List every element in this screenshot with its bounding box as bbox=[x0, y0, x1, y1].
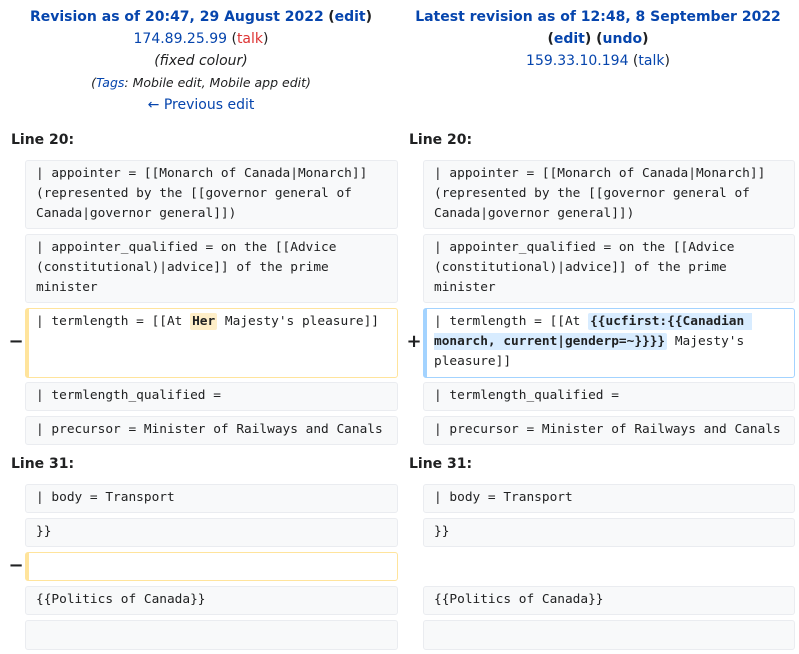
right-revision-header: Latest revision as of 12:48, 8 September… bbox=[415, 9, 781, 69]
left-context-line-termlength-qualified: | termlength_qualified = bbox=[25, 382, 398, 411]
tags-text: : Mobile edit, Mobile app edit) bbox=[124, 75, 311, 90]
right-context-line-appointer: | appointer = [[Monarch of Canada|Monarc… bbox=[423, 160, 795, 229]
left-context-line-politics: {{Politics of Canada}} bbox=[25, 586, 398, 615]
left-context-line-empty bbox=[25, 620, 398, 650]
left-talk-link[interactable]: talk bbox=[237, 31, 263, 47]
left-context-line-appointer: | appointer = [[Monarch of Canada|Monarc… bbox=[25, 160, 398, 229]
deleted-line-prefix: | termlength = [[At bbox=[36, 314, 191, 329]
deletion-marker: − bbox=[8, 331, 24, 352]
deleted-line-suffix: Majesty's pleasure]] bbox=[217, 314, 380, 329]
right-context-line-politics: {{Politics of Canada}} bbox=[423, 586, 795, 615]
previous-edit-link[interactable]: ← Previous edit bbox=[148, 97, 255, 113]
tags-link[interactable]: Tags bbox=[96, 75, 124, 90]
right-context-line-body: | body = Transport bbox=[423, 484, 795, 513]
left-user-link[interactable]: 174.89.25.99 bbox=[134, 31, 228, 47]
right-talk-link[interactable]: talk bbox=[638, 53, 664, 69]
undo-link[interactable]: undo bbox=[603, 31, 643, 47]
addition-marker: + bbox=[406, 331, 422, 352]
added-line-termlength: | termlength = [[At {{ucfirst:{{Canadian… bbox=[423, 308, 795, 378]
right-context-line-empty bbox=[423, 620, 795, 650]
deleted-text-highlight: Her bbox=[190, 313, 218, 330]
left-context-line-precursor: | precursor = Minister of Railways and C… bbox=[25, 416, 398, 445]
left-revision-title-link[interactable]: Revision as of 20:47, 29 August 2022 bbox=[30, 9, 324, 25]
right-context-line-precursor: | precursor = Minister of Railways and C… bbox=[423, 416, 795, 445]
deletion-marker-empty-line: − bbox=[8, 555, 24, 576]
left-line-label-1: Line 20: bbox=[11, 132, 75, 148]
left-edit-link[interactable]: edit bbox=[335, 9, 366, 25]
left-revision-header: Revision as of 20:47, 29 August 2022 (ed… bbox=[0, 6, 402, 116]
right-context-line-termlength-qualified: | termlength_qualified = bbox=[423, 382, 795, 411]
right-user-link[interactable]: 159.33.10.194 bbox=[526, 53, 628, 69]
right-line-label-1: Line 20: bbox=[409, 132, 473, 148]
added-line-prefix: | termlength = [[At bbox=[434, 314, 589, 329]
left-line-label-2: Line 31: bbox=[11, 456, 75, 472]
right-context-line-appointer-qualified: | appointer_qualified = on the [[Advice … bbox=[423, 234, 795, 303]
right-revision-title-link[interactable]: Latest revision as of 12:48, 8 September… bbox=[415, 9, 781, 25]
left-context-line-appointer-qualified: | appointer_qualified = on the [[Advice … bbox=[25, 234, 398, 303]
left-context-line-body: | body = Transport bbox=[25, 484, 398, 513]
left-edit-summary: (fixed colour) bbox=[154, 53, 248, 69]
deleted-empty-line bbox=[25, 552, 398, 581]
right-context-line-close-braces: }} bbox=[423, 518, 795, 547]
left-context-line-close-braces: }} bbox=[25, 518, 398, 547]
right-line-label-2: Line 31: bbox=[409, 456, 473, 472]
right-edit-link[interactable]: edit bbox=[554, 31, 585, 47]
deleted-line-termlength: | termlength = [[At Her Majesty's pleasu… bbox=[25, 308, 398, 378]
